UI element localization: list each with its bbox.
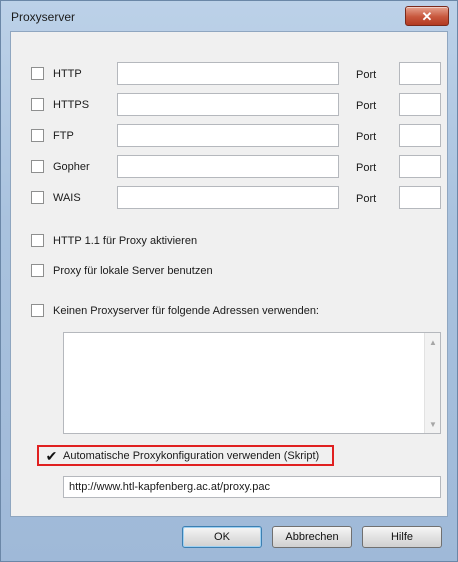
- label-https: HTTPS: [53, 99, 90, 111]
- scroll-up-icon[interactable]: ▲: [425, 334, 441, 350]
- label-local-servers: Proxy für lokale Server benutzen: [53, 265, 213, 277]
- checkbox-ftp[interactable]: [31, 129, 44, 142]
- checkbox-bypass[interactable]: [31, 304, 44, 317]
- proxy-dialog: Proxyserver ✕ HTTP Port HTTPS Port FTP P…: [0, 0, 458, 562]
- checkbox-local-servers[interactable]: [31, 264, 44, 277]
- checkbox-http[interactable]: [31, 67, 44, 80]
- ftp-port-field[interactable]: [399, 124, 441, 147]
- https-address-field[interactable]: [117, 93, 339, 116]
- label-auto-config: Automatische Proxykonfiguration verwende…: [63, 450, 320, 462]
- wais-port-field[interactable]: [399, 186, 441, 209]
- title-bar[interactable]: Proxyserver ✕: [1, 1, 457, 31]
- auto-config-url-field[interactable]: http://www.htl-kapfenberg.ac.at/proxy.pa…: [63, 476, 441, 498]
- port-label-https: Port: [356, 100, 377, 112]
- cancel-button[interactable]: Abbrechen: [272, 526, 352, 548]
- https-port-field[interactable]: [399, 93, 441, 116]
- gopher-port-field[interactable]: [399, 155, 441, 178]
- close-icon: ✕: [421, 8, 433, 24]
- vertical-scrollbar[interactable]: ▲ ▼: [424, 333, 440, 433]
- port-label-gopher: Port: [356, 162, 377, 174]
- checkbox-auto-config[interactable]: ✔: [45, 447, 58, 464]
- label-bypass: Keinen Proxyserver für folgende Adressen…: [53, 305, 319, 317]
- http-address-field[interactable]: [117, 62, 339, 85]
- dialog-client-area: HTTP Port HTTPS Port FTP Port Gopher Por…: [10, 31, 448, 517]
- window-title: Proxyserver: [11, 10, 76, 24]
- label-gopher: Gopher: [53, 161, 90, 173]
- port-label-ftp: Port: [356, 131, 377, 143]
- label-wais: WAIS: [53, 192, 81, 204]
- help-button[interactable]: Hilfe: [362, 526, 442, 548]
- close-button[interactable]: ✕: [405, 6, 449, 26]
- ftp-address-field[interactable]: [117, 124, 339, 147]
- checkbox-wais[interactable]: [31, 191, 44, 204]
- checkbox-gopher[interactable]: [31, 160, 44, 173]
- label-http11: HTTP 1.1 für Proxy aktivieren: [53, 235, 198, 247]
- button-bar: OK Abbrechen Hilfe: [10, 517, 448, 557]
- port-label-http: Port: [356, 69, 377, 81]
- label-http: HTTP: [53, 68, 82, 80]
- ok-button[interactable]: OK: [182, 526, 262, 548]
- label-ftp: FTP: [53, 130, 74, 142]
- checkbox-http11[interactable]: [31, 234, 44, 247]
- checkmark-icon: ✔: [45, 447, 58, 464]
- wais-address-field[interactable]: [117, 186, 339, 209]
- checkbox-https[interactable]: [31, 98, 44, 111]
- http-port-field[interactable]: [399, 62, 441, 85]
- port-label-wais: Port: [356, 193, 377, 205]
- gopher-address-field[interactable]: [117, 155, 339, 178]
- bypass-addresses-textarea[interactable]: ▲ ▼: [63, 332, 441, 434]
- scroll-down-icon[interactable]: ▼: [425, 416, 441, 432]
